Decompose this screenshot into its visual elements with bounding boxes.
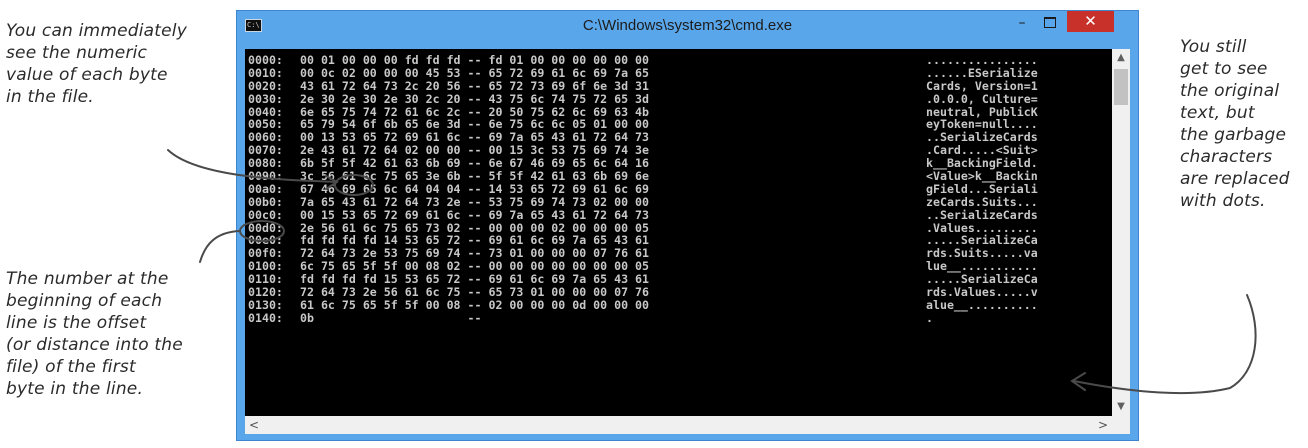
line-offset: 0010: <box>248 65 283 80</box>
annotation-offset: The number at the beginning of each line… <box>6 269 183 399</box>
close-button[interactable]: ✕ <box>1067 11 1114 32</box>
scroll-up-arrow-icon[interactable]: ▲ <box>1112 49 1130 67</box>
line-ascii-text: <Value>k__Backin <box>926 169 1038 184</box>
scroll-down-arrow-icon[interactable]: ▼ <box>1112 398 1130 416</box>
line-offset: 0090: <box>248 169 283 184</box>
resize-grip-icon[interactable] <box>1112 416 1130 434</box>
console-output[interactable]: 0000: 00 01 00 00 00 fd fd fd -- fd 01 00… <box>245 49 1130 434</box>
line-offset: 00a0: <box>248 181 283 196</box>
hexdump-line: 0030: 2e 30 2e 30 2e 30 2c 20 -- 43 75 6c… <box>248 91 1110 106</box>
maximize-button[interactable] <box>1036 11 1064 33</box>
line-ascii-text: alue__.......... <box>926 297 1038 312</box>
hexdump-line: 0120: 72 64 73 2e 56 61 6c 75 -- 65 73 01… <box>248 286 1110 299</box>
line-hex-bytes: 00 01 00 00 00 fd fd fd -- fd 01 00 00 0… <box>300 54 650 67</box>
line-offset: 00b0: <box>248 194 283 209</box>
line-offset: 0140: <box>248 310 283 325</box>
title-bar[interactable]: C:\ C:\Windows\system32\cmd.exe – ✕ <box>237 11 1138 41</box>
window-title: C:\Windows\system32\cmd.exe <box>582 17 793 34</box>
hexdump-line: 0020: 43 61 72 64 73 2c 20 56 -- 65 72 73… <box>248 78 1110 93</box>
cmd-window: C:\ C:\Windows\system32\cmd.exe – ✕ 0000… <box>236 10 1139 441</box>
line-offset: 0030: <box>248 91 283 106</box>
hexdump-line: 0000: 00 01 00 00 00 fd fd fd -- fd 01 00… <box>248 54 1110 67</box>
line-offset: 00c0: <box>248 207 283 222</box>
line-hex-bytes: 61 6c 75 65 5f 5f 00 08 -- 02 00 00 00 0… <box>300 297 650 312</box>
hexdump-line: 00a0: 67 46 69 65 6c 64 04 04 -- 14 53 65… <box>248 183 1110 196</box>
line-ascii-text: zeCards.Suits... <box>926 194 1038 209</box>
line-offset: 0120: <box>248 285 283 300</box>
vertical-scrollbar[interactable]: ▲ ▼ <box>1112 49 1130 416</box>
line-ascii-text: Cards, Version=1 <box>926 78 1038 93</box>
hexdump-line: 0130: 61 6c 75 65 5f 5f 00 08 -- 02 00 00… <box>248 299 1110 312</box>
line-ascii-text: ......ESerialize <box>926 65 1038 80</box>
hexdump-line: 0140: 0b --. <box>248 310 1110 325</box>
line-hex-bytes: 67 46 69 65 6c 64 04 04 -- 14 53 65 72 6… <box>300 181 650 196</box>
line-hex-bytes: 7a 65 43 61 72 64 73 2e -- 53 75 69 74 7… <box>300 194 650 209</box>
line-ascii-text: ................ <box>926 54 1038 67</box>
line-ascii-text: . <box>926 310 933 325</box>
hexdump-text: 0000: 00 01 00 00 00 fd fd fd -- fd 01 00… <box>248 54 1110 406</box>
line-hex-bytes: 43 61 72 64 73 2c 20 56 -- 65 72 73 69 6… <box>300 78 650 93</box>
horizontal-scrollbar[interactable]: < > <box>245 416 1112 434</box>
maximize-icon <box>1044 17 1056 28</box>
line-ascii-text: .0.0.0, Culture= <box>926 91 1038 106</box>
line-hex-bytes: 2e 30 2e 30 2e 30 2c 20 -- 43 75 6c 74 7… <box>300 91 650 106</box>
line-hex-bytes: 72 64 73 2e 56 61 6c 75 -- 65 73 01 00 0… <box>300 285 650 300</box>
hexdump-line: 00c0: 00 15 53 65 72 69 61 6c -- 69 7a 65… <box>248 207 1110 222</box>
hexdump-line: 00b0: 7a 65 43 61 72 64 73 2e -- 53 75 69… <box>248 194 1110 209</box>
line-hex-bytes: 00 15 53 65 72 69 61 6c -- 69 7a 65 43 6… <box>300 207 650 222</box>
minimize-button[interactable]: – <box>1008 11 1036 33</box>
line-hex-bytes: 00 0c 02 00 00 00 45 53 -- 65 72 69 61 6… <box>300 65 650 80</box>
scroll-thumb[interactable] <box>1114 69 1128 105</box>
line-hex-bytes: 3c 56 61 6c 75 65 3e 6b -- 5f 5f 42 61 6… <box>300 169 650 184</box>
line-offset: 0020: <box>248 78 283 93</box>
offset-arrow <box>199 230 241 263</box>
line-ascii-text: ..SerializeCards <box>926 207 1038 222</box>
line-ascii-text: gField...Seriali <box>926 181 1038 196</box>
scroll-right-arrow-icon[interactable]: > <box>1094 416 1112 434</box>
line-offset: 0000: <box>248 54 283 67</box>
annotation-original-text: You still get to see the original text, … <box>1180 37 1290 211</box>
line-hex-bytes: 0b -- <box>300 310 482 325</box>
scroll-left-arrow-icon[interactable]: < <box>245 416 263 434</box>
line-offset: 0130: <box>248 297 283 312</box>
line-ascii-text: rds.Values.....v <box>926 285 1038 300</box>
hexdump-line: 0090: 3c 56 61 6c 75 65 3e 6b -- 5f 5f 42… <box>248 170 1110 183</box>
hexdump-line: 0010: 00 0c 02 00 00 00 45 53 -- 65 72 69… <box>248 65 1110 80</box>
annotation-numeric-values: You can immediately see the numeric valu… <box>6 21 187 107</box>
